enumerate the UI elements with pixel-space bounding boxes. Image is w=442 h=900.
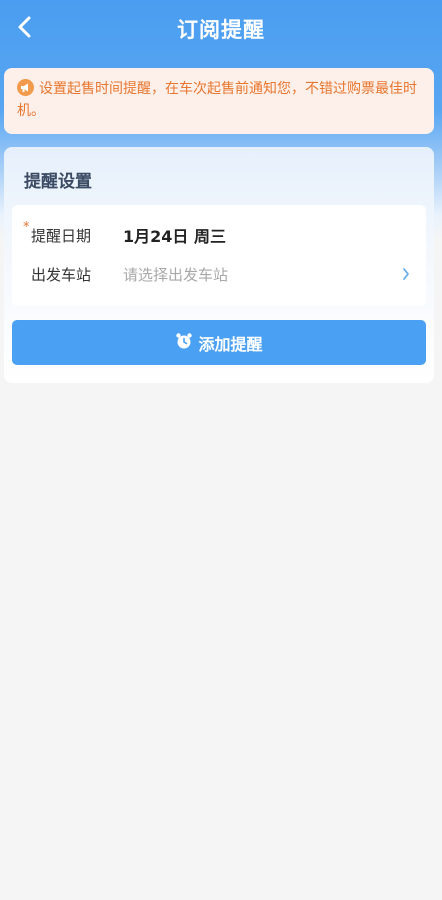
reminder-date-label: 提醒日期 [31, 226, 92, 245]
chevron-right-icon [402, 266, 410, 285]
top-nav-bar: 订阅提醒 [0, 0, 442, 58]
departure-station-input[interactable]: 请选择出发车站 [123, 264, 228, 285]
required-mark: * [23, 220, 30, 235]
chevron-left-icon [17, 16, 33, 42]
page-title: 订阅提醒 [177, 18, 265, 42]
notice-banner: 设置起售时间提醒，在车次起售前通知您，不错过购票最佳时机。 [4, 68, 434, 134]
departure-station-label: 出发车站 [31, 265, 92, 284]
section-title: 提醒设置 [24, 172, 92, 192]
reminder-form: * 提醒日期 1月24日 周三 出发车站 请选择出发车站 [12, 205, 426, 306]
add-reminder-label: 添加提醒 [198, 334, 263, 354]
reminder-date-row[interactable]: * 提醒日期 1月24日 周三 [12, 217, 426, 253]
add-reminder-button[interactable]: 添加提醒 [12, 320, 426, 365]
reminder-date-value[interactable]: 1月24日 周三 [123, 223, 226, 247]
alarm-clock-icon [175, 332, 198, 354]
megaphone-icon [17, 79, 34, 96]
departure-station-row[interactable]: 出发车站 请选择出发车站 [12, 256, 426, 292]
reminder-settings-card: 提醒设置 * 提醒日期 1月24日 周三 出发车站 请选择出发车站 添加提醒 [4, 147, 434, 383]
back-button[interactable] [10, 14, 40, 44]
notice-text: 设置起售时间提醒，在车次起售前通知您，不错过购票最佳时机。 [17, 81, 417, 119]
